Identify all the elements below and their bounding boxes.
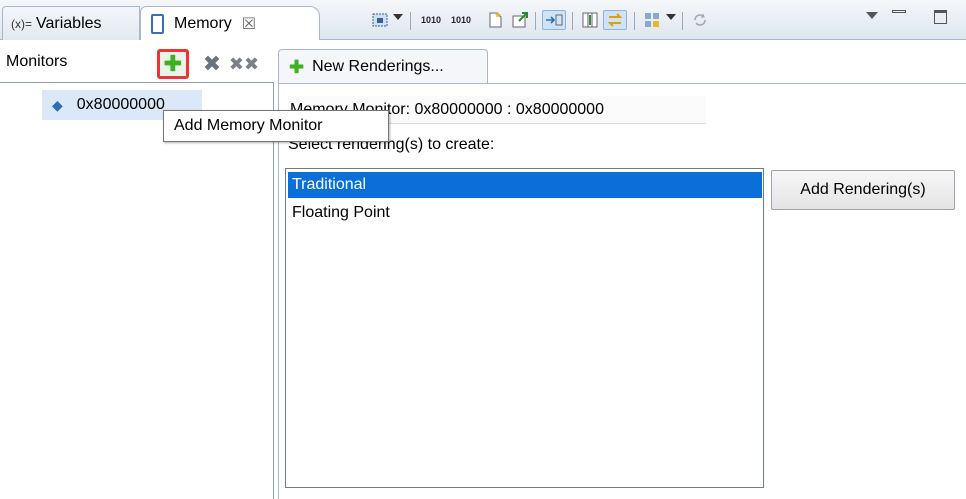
add-icon: ✚ — [163, 51, 183, 76]
chevron-down-icon[interactable] — [666, 14, 676, 20]
maximize-icon[interactable] — [934, 10, 947, 24]
byte-order-little-icon[interactable]: 1010 — [448, 10, 474, 30]
rendering-option-floating-point[interactable]: Floating Point — [288, 200, 762, 226]
remove-icon: ✖ — [202, 51, 222, 76]
tab-memory[interactable]: Memory ☒ — [140, 6, 320, 40]
add-rendering-button[interactable]: Add Rendering(s) — [771, 170, 955, 210]
tooltip: Add Memory Monitor — [163, 110, 389, 142]
add-icon: ✚ — [289, 56, 305, 77]
monitor-address: 0x80000000 — [76, 96, 165, 113]
variables-icon: (x)= — [11, 16, 32, 31]
refresh-icon[interactable] — [690, 10, 710, 30]
toolbar-separator — [682, 12, 683, 30]
format-icon[interactable] — [642, 10, 662, 30]
byte-order-big-icon[interactable]: 1010 — [418, 10, 444, 30]
toolbar-separator — [535, 12, 536, 30]
memory-icon — [151, 13, 164, 34]
tab-variables-label: Variables — [36, 14, 102, 32]
columns-icon[interactable] — [580, 10, 600, 30]
minimize-icon[interactable] — [892, 10, 906, 13]
add-memory-monitor-button[interactable]: ✚ — [157, 49, 189, 79]
new-file-icon[interactable] — [485, 10, 505, 30]
monitor-icon: ◆ — [52, 96, 63, 113]
rendering-option-traditional[interactable]: Traditional — [288, 172, 762, 198]
toolbar-separator — [572, 12, 573, 30]
monitors-title: Monitors — [6, 53, 68, 70]
chevron-down-icon[interactable] — [393, 14, 403, 20]
tab-memory-label: Memory — [174, 14, 232, 32]
tab-variables[interactable]: (x)= Variables — [2, 6, 140, 40]
remove-all-monitors-button[interactable]: ✖✖ — [229, 52, 259, 76]
remove-memory-monitor-button[interactable]: ✖ — [200, 51, 224, 76]
toolbar-separator — [634, 12, 635, 30]
link-icon[interactable] — [542, 10, 566, 30]
toolbar-separator — [410, 12, 411, 30]
tab-new-renderings-label: New Renderings... — [312, 57, 444, 75]
view-menu-icon[interactable] — [866, 12, 878, 19]
new-rendering-icon[interactable] — [370, 10, 390, 30]
export-icon[interactable] — [510, 10, 530, 30]
tab-new-renderings[interactable]: ✚ New Renderings... — [278, 49, 488, 83]
sync-icon[interactable] — [603, 10, 627, 30]
close-tab-icon[interactable]: ☒ — [242, 14, 256, 34]
remove-all-icon: ✖✖ — [228, 53, 260, 74]
